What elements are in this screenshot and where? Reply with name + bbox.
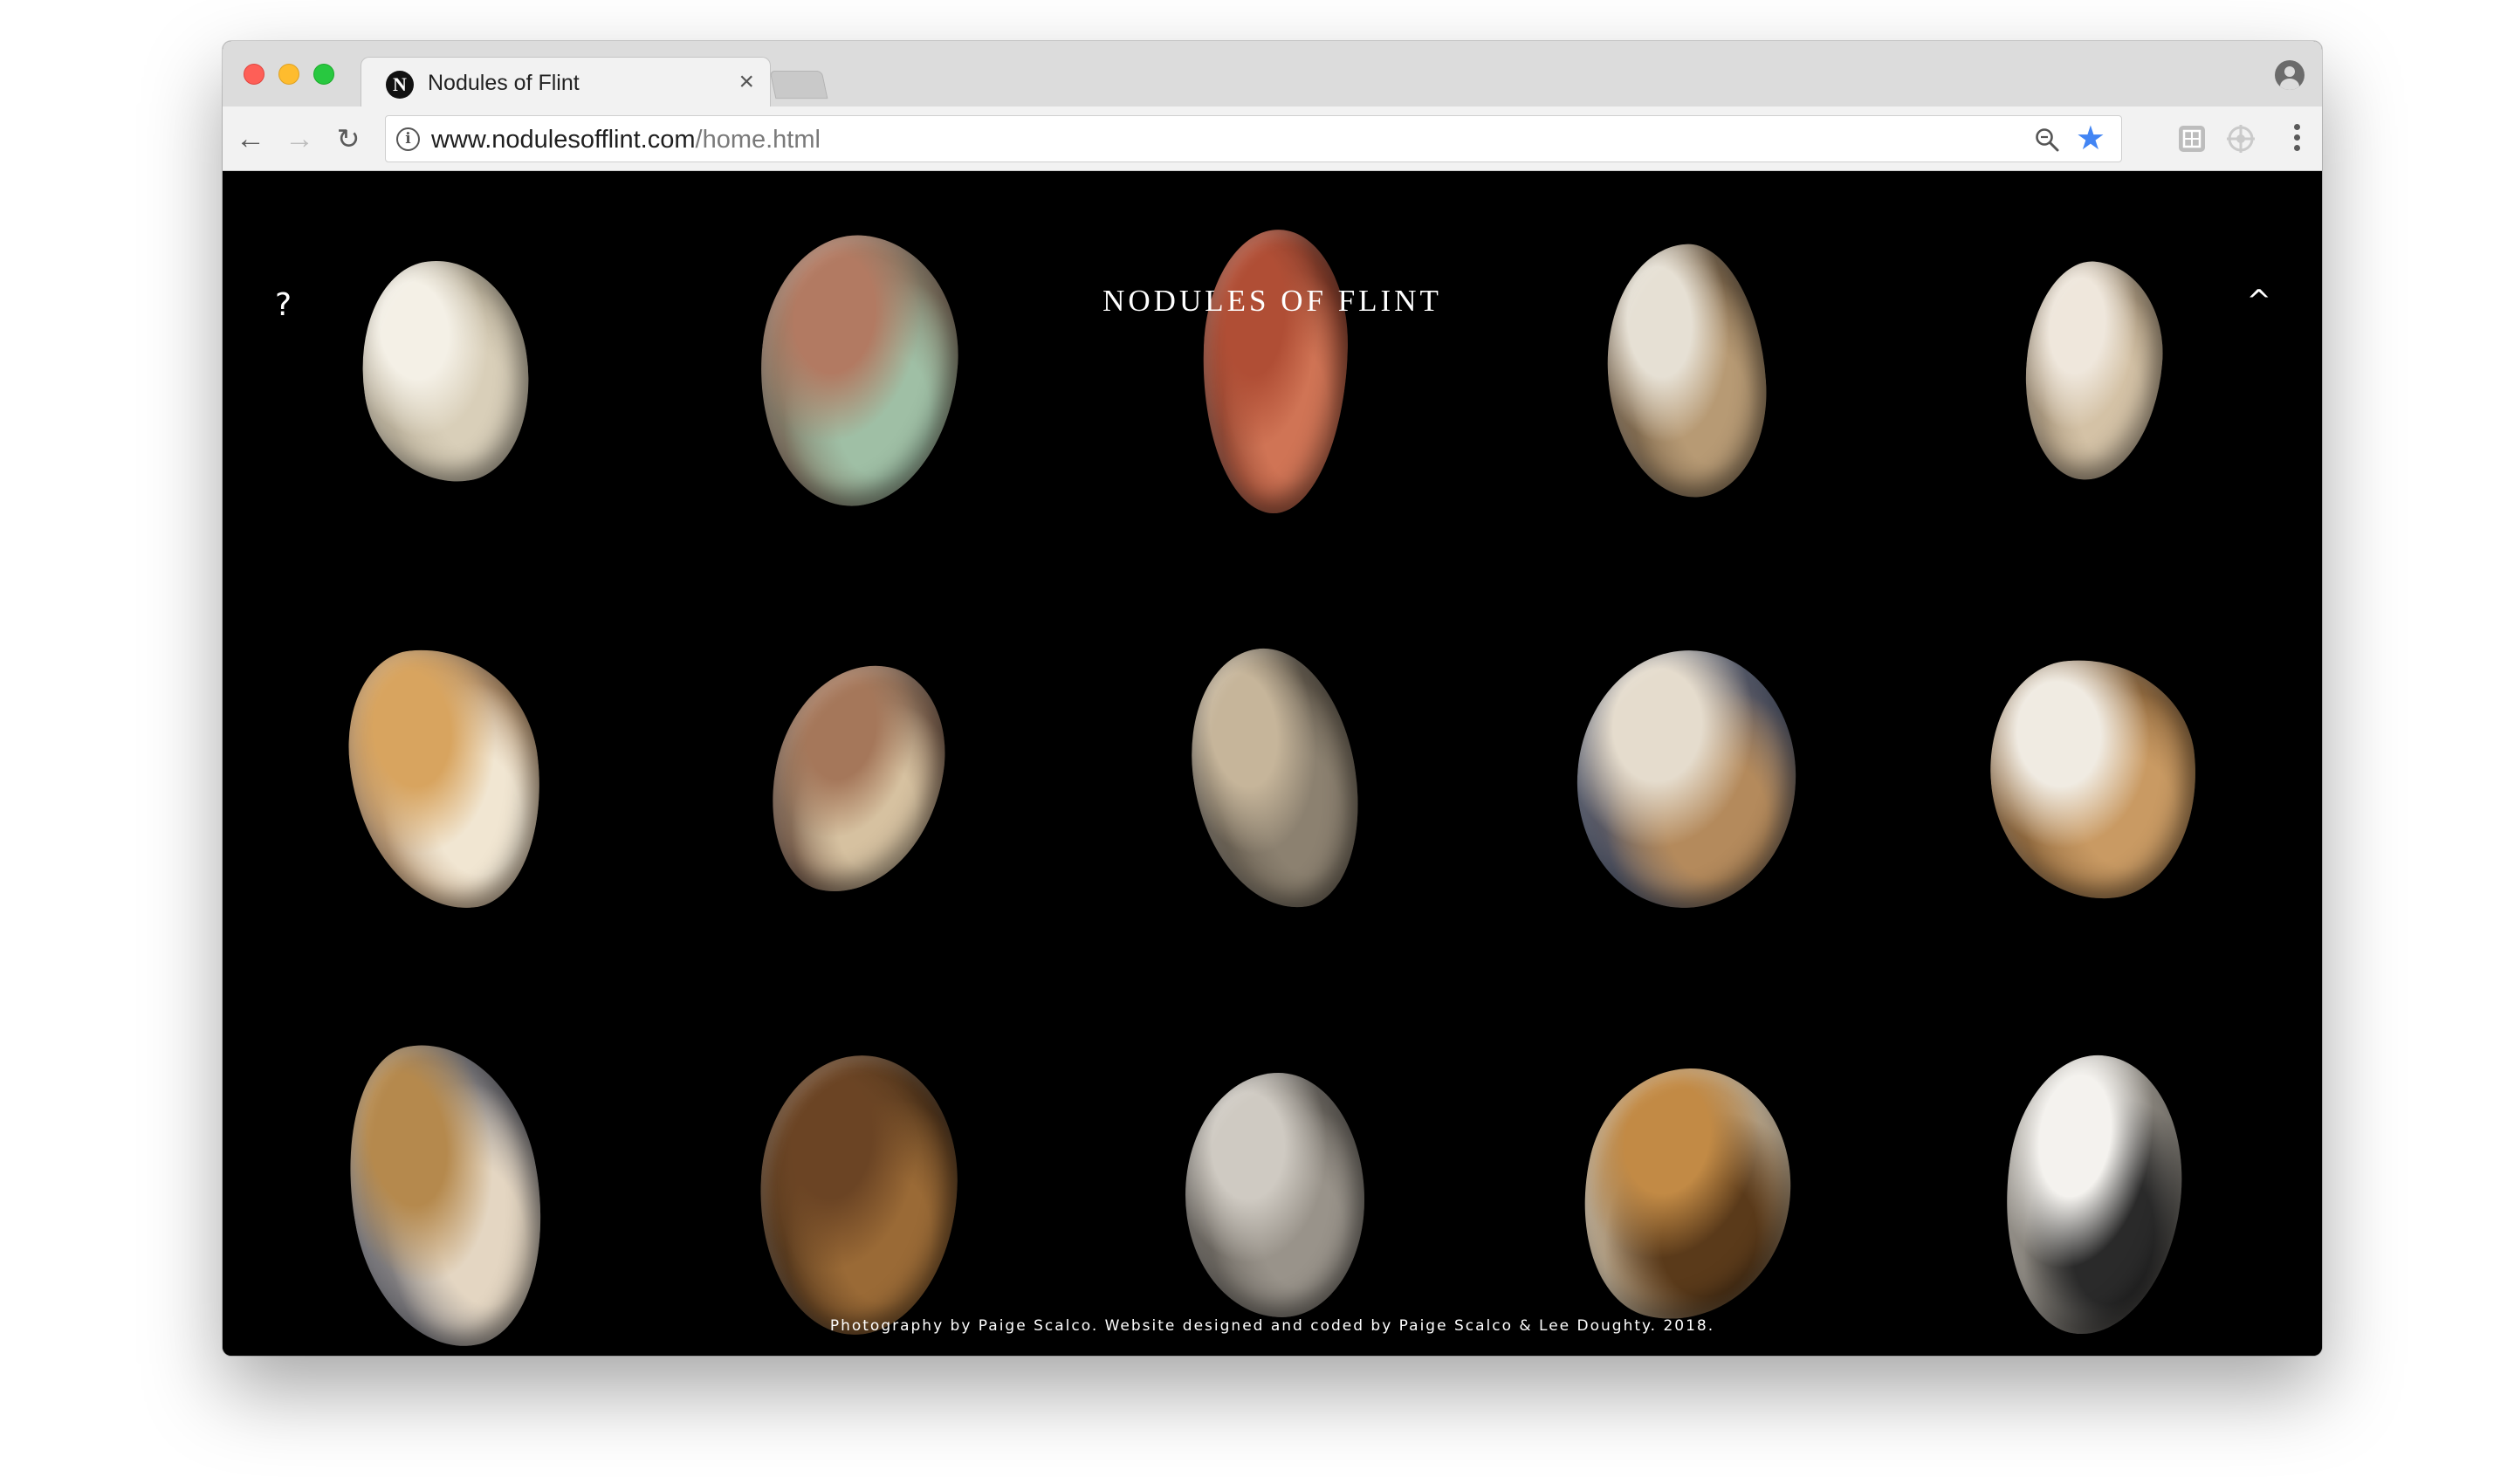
close-tab-icon[interactable]: ×: [738, 67, 754, 96]
flint-stone-image[interactable]: [1987, 1044, 2200, 1346]
flint-stone-image[interactable]: [1559, 1049, 1814, 1341]
url-text[interactable]: www.nodulesofflint.com/home.html: [431, 126, 821, 155]
flint-stone-image[interactable]: [1197, 226, 1352, 516]
flint-stone-image[interactable]: [1980, 649, 2207, 908]
close-window-button[interactable]: [244, 64, 264, 85]
address-bar[interactable]: i www.nodulesofflint.com/home.html ★: [385, 115, 2122, 162]
browser-toolbar: ← → ↻ i www.nodulesofflint.com/home.html…: [223, 106, 2322, 171]
zoom-icon[interactable]: [2034, 127, 2060, 153]
tab-nodules-of-flint[interactable]: N Nodules of Flint ×: [361, 57, 771, 107]
scroll-up-link[interactable]: ^: [2247, 284, 2272, 319]
new-tab-button[interactable]: [769, 71, 828, 99]
minimize-window-button[interactable]: [278, 64, 299, 85]
flint-stone-image[interactable]: [756, 650, 960, 907]
extension-icon[interactable]: [2225, 123, 2256, 155]
maximize-window-button[interactable]: [313, 64, 334, 85]
favicon-icon: N: [386, 71, 414, 99]
flint-stone-image[interactable]: [1185, 1073, 1364, 1317]
menu-icon[interactable]: [2294, 124, 2301, 155]
flint-stone-image[interactable]: [1176, 637, 1373, 920]
browser-window: N Nodules of Flint × ← → ↻ i www.nodules…: [223, 41, 2322, 1356]
tab-title: Nodules of Flint: [428, 71, 580, 95]
flint-stone-image[interactable]: [326, 1027, 565, 1356]
flint-stone-image[interactable]: [745, 226, 971, 516]
url-host: www.nodulesofflint.com: [431, 126, 696, 154]
back-arrow-icon[interactable]: ←: [233, 121, 268, 156]
extension-icon[interactable]: [2176, 123, 2208, 155]
forward-arrow-icon[interactable]: →: [282, 121, 317, 156]
flint-stone-image[interactable]: [1599, 239, 1774, 503]
flint-stone-image[interactable]: [338, 638, 553, 919]
flint-stone-image[interactable]: [1569, 642, 1804, 915]
nodules-page: ? NODULES OF FLINT ^ Photography by Paig…: [223, 172, 2322, 1356]
star-icon[interactable]: ★: [2076, 121, 2105, 156]
tab-strip: N Nodules of Flint ×: [223, 41, 2322, 107]
reload-icon[interactable]: ↻: [331, 121, 366, 156]
profile-icon[interactable]: [2275, 60, 2304, 90]
flint-stone-image[interactable]: [752, 1050, 964, 1340]
url-path: /home.html: [695, 126, 821, 154]
info-icon[interactable]: i: [396, 127, 420, 151]
footer-credit: Photography by Paige Scalco. Website des…: [829, 1317, 1715, 1335]
site-title[interactable]: NODULES OF FLINT: [223, 284, 2322, 319]
